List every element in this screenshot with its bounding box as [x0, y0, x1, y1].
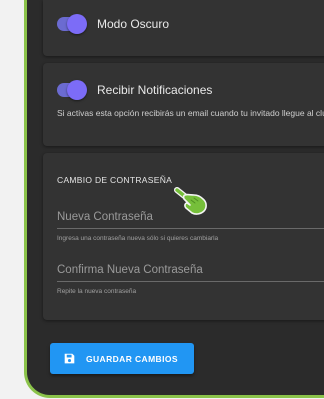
dark-mode-row: Modo Oscuro: [43, 0, 324, 34]
save-icon: [64, 353, 75, 364]
save-changes-button[interactable]: GUARDAR CAMBIOS: [50, 343, 194, 374]
save-changes-label: GUARDAR CAMBIOS: [86, 353, 178, 364]
notifications-label: Recibir Notificaciones: [97, 83, 213, 97]
confirm-password-input[interactable]: [57, 264, 324, 282]
confirm-password-hint: Repite la nueva contraseña: [57, 288, 137, 295]
hand-pointer-icon: [174, 187, 207, 215]
notifications-card: Recibir Notificaciones Si activas esta o…: [43, 63, 324, 146]
dark-mode-card: Modo Oscuro: [43, 0, 324, 56]
toggle-knob: [67, 14, 87, 34]
new-password-hint: Ingresa una contraseña nueva sólo si qui…: [57, 235, 219, 242]
password-card: CAMBIO DE CONTRASEÑA Ingresa una contras…: [43, 153, 324, 320]
password-section-title: CAMBIO DE CONTRASEÑA: [57, 175, 173, 185]
phone-frame: Modo Oscuro Recibir Notificaciones Si ac…: [24, 0, 324, 398]
toggle-knob: [67, 80, 87, 100]
dark-mode-toggle[interactable]: [57, 14, 87, 34]
notifications-description: Si activas esta opción recibirás un emai…: [57, 108, 324, 118]
notifications-row: Recibir Notificaciones: [43, 63, 324, 100]
confirm-password-field: Repite la nueva contraseña: [57, 242, 324, 295]
dark-mode-label: Modo Oscuro: [97, 17, 170, 31]
notifications-toggle[interactable]: [57, 80, 87, 100]
